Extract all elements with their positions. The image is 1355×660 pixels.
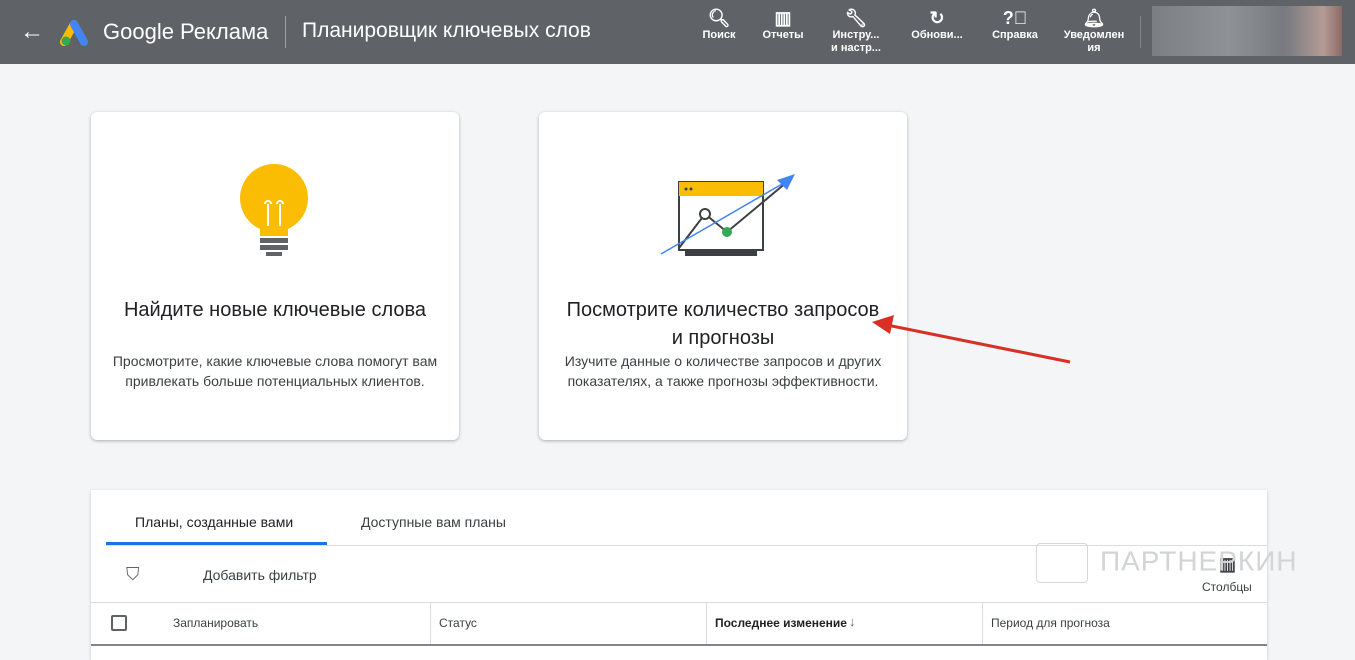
tab-shared-plans[interactable]: Доступные вам планы bbox=[361, 514, 506, 530]
help-icon: ?⃝ bbox=[1002, 8, 1028, 28]
google-ads-logo bbox=[60, 20, 88, 46]
forecasts-card[interactable]: Посмотрите количество запросов и прогноз… bbox=[539, 112, 907, 440]
tools-button[interactable]: 🔧︎ Инстру... и настр... bbox=[821, 7, 891, 55]
divider bbox=[91, 602, 1267, 603]
refresh-button[interactable]: ↻ Обнови... bbox=[902, 7, 972, 42]
lightbulb-icon bbox=[240, 164, 308, 256]
card-description: Просмотрите, какие ключевые слова помогу… bbox=[112, 353, 438, 389]
watermark: ПАРТНЕРКИН bbox=[1036, 543, 1298, 583]
notifications-button[interactable]: 🔔︎ Уведомлен ия bbox=[1059, 7, 1129, 55]
search-button[interactable]: 🔍︎ Поиск bbox=[684, 7, 754, 42]
card-title: Найдите новые ключевые слова bbox=[123, 299, 426, 321]
column-header-last-modified[interactable]: Последнее изменение bbox=[715, 616, 847, 630]
brand-name: Google Реклама bbox=[103, 19, 269, 44]
column-header-forecast-period[interactable]: Период для прогноза bbox=[991, 616, 1110, 630]
column-header-plan[interactable]: Запланировать bbox=[173, 616, 258, 630]
tab-my-plans[interactable]: Планы, созданные вами bbox=[135, 514, 293, 530]
watermark-text: ПАРТНЕРКИН bbox=[1100, 545, 1298, 577]
divider bbox=[430, 602, 431, 645]
search-icon: 🔍︎ bbox=[707, 8, 731, 28]
find-keywords-card[interactable]: Найдите новые ключевые слова Просмотрите… bbox=[91, 112, 459, 440]
divider bbox=[285, 16, 286, 48]
back-arrow-icon[interactable]: ← bbox=[20, 18, 44, 46]
divider bbox=[982, 602, 983, 645]
sort-down-icon[interactable]: ↓ bbox=[849, 614, 856, 629]
filter-icon[interactable]: ⛉ bbox=[126, 564, 140, 585]
card-description: Изучите данные о количестве запросов и д… bbox=[564, 353, 882, 389]
page-title: Планировщик ключевых слов bbox=[302, 19, 591, 42]
chart-growth-icon bbox=[660, 174, 795, 256]
label: Справка bbox=[992, 29, 1038, 41]
column-header-status[interactable]: Статус bbox=[439, 616, 477, 630]
label: Поиск bbox=[702, 29, 736, 41]
bell-icon: 🔔︎ bbox=[1082, 8, 1106, 28]
divider bbox=[706, 602, 707, 645]
label: Уведомлен bbox=[1063, 29, 1125, 41]
card-title: Посмотрите количество запросов и прогноз… bbox=[566, 299, 880, 349]
select-all-checkbox[interactable] bbox=[111, 615, 127, 631]
add-filter-button[interactable]: Добавить фильтр bbox=[203, 567, 317, 583]
red-arrow-annotation bbox=[872, 315, 1071, 364]
wrench-icon: 🔧︎ bbox=[844, 8, 868, 28]
reports-icon: ▥ bbox=[774, 8, 792, 28]
refresh-icon: ↻ bbox=[929, 8, 945, 28]
label: ия bbox=[1087, 42, 1101, 54]
reports-button[interactable]: ▥ Отчеты bbox=[748, 7, 818, 42]
divider bbox=[91, 644, 1267, 646]
account-info-blurred[interactable] bbox=[1152, 6, 1342, 56]
label: Отчеты bbox=[762, 29, 804, 41]
label: Инстру... bbox=[832, 29, 880, 41]
help-button[interactable]: ?⃝ Справка bbox=[980, 7, 1050, 42]
top-bar: ← Google Реклама Планировщик ключевых сл… bbox=[0, 0, 1355, 64]
label: Обнови... bbox=[911, 29, 963, 41]
label: и настр... bbox=[831, 42, 881, 54]
divider bbox=[1140, 16, 1141, 48]
